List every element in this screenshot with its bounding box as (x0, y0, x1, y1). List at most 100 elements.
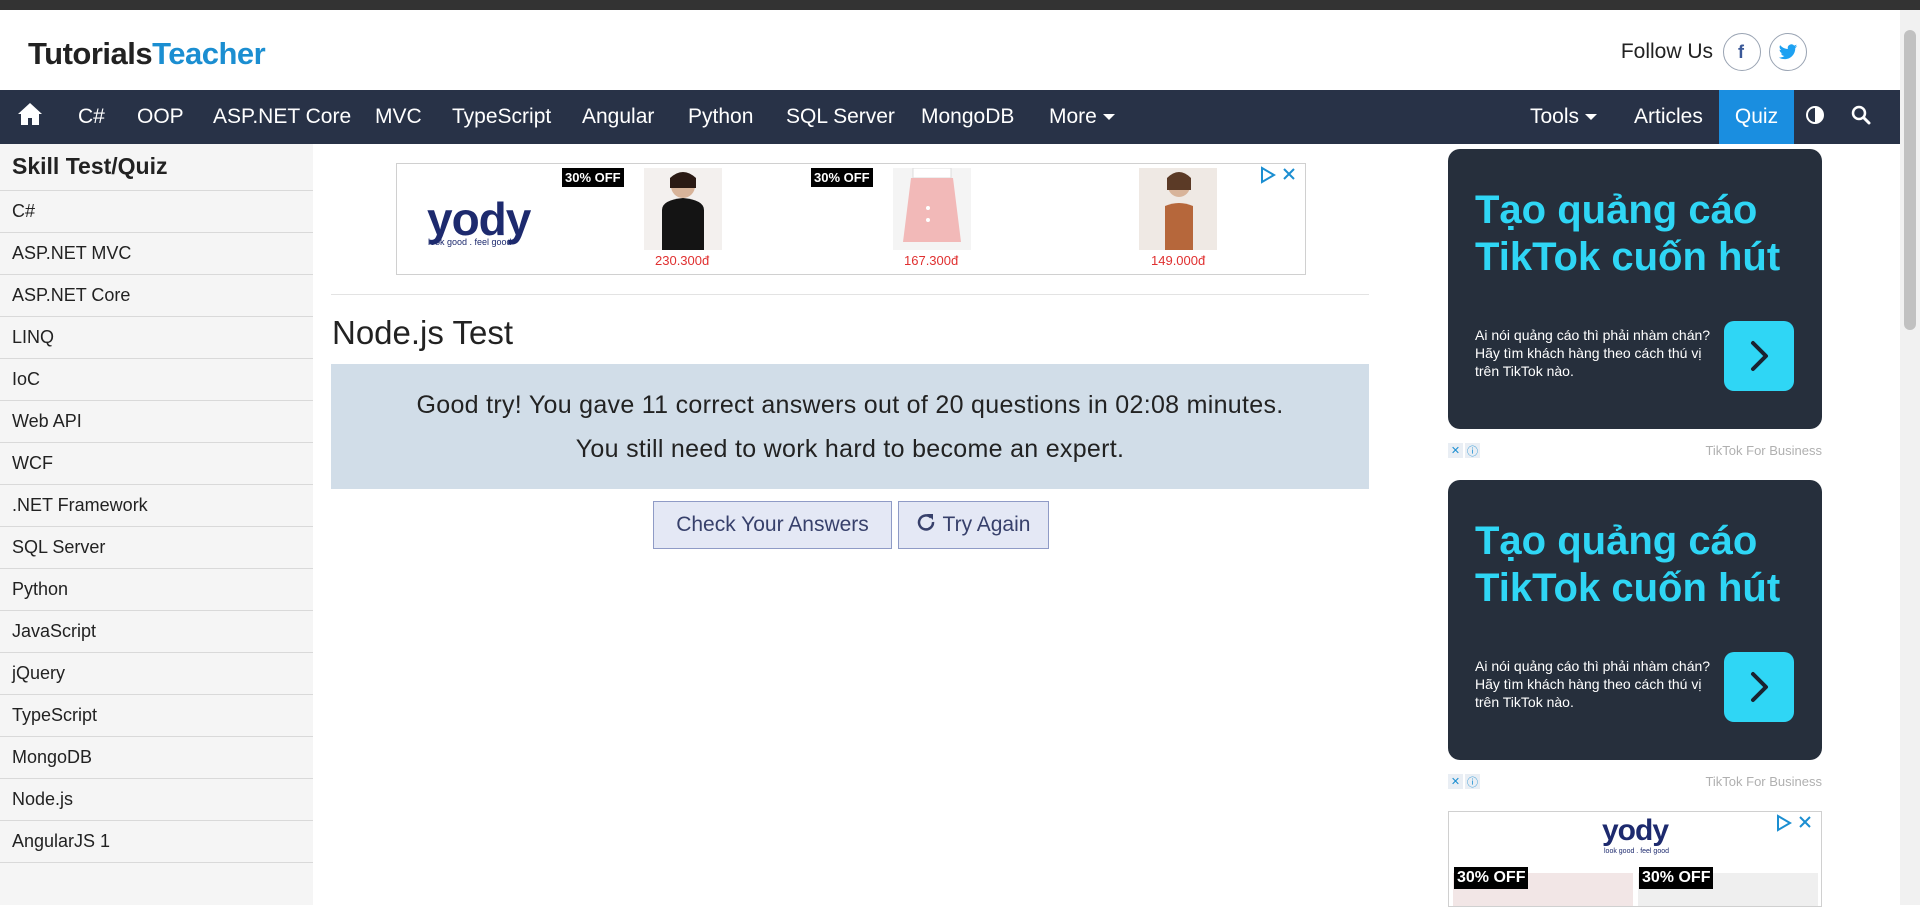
nav-item-python[interactable]: Python (688, 90, 753, 144)
logo-part-1: Tutorials (28, 36, 153, 71)
ad-controls[interactable]: ✕ ⓘ (1448, 774, 1480, 790)
sidebar-item-nodejs[interactable]: Node.js (0, 778, 313, 820)
ad-product-price: 167.300đ (904, 253, 959, 268)
logo-part-2: Teacher (152, 36, 266, 71)
chevron-right-icon[interactable] (1724, 321, 1794, 391)
tiktok-ad-headline-2: TikTok cuốn hút (1475, 235, 1781, 279)
ad-footer: ✕ ⓘ TikTok For Business (1448, 771, 1822, 791)
nav-item-aspnet-core[interactable]: ASP.NET Core (213, 90, 351, 144)
nav-item-csharp[interactable]: C# (78, 90, 105, 144)
sidebar-item-dotnet-framework[interactable]: .NET Framework (0, 484, 313, 526)
home-icon[interactable] (17, 90, 43, 144)
search-icon[interactable] (1851, 90, 1871, 144)
try-again-label: Try Again (942, 513, 1031, 536)
sidebar-list: C# ASP.NET MVC ASP.NET Core LINQ IoC Web… (0, 190, 313, 863)
check-answers-button[interactable]: Check Your Answers (653, 501, 892, 549)
sidebar-item-typescript[interactable]: TypeScript (0, 694, 313, 736)
ad-advertiser: TikTok For Business (1705, 443, 1822, 458)
info-icon[interactable]: ⓘ (1465, 443, 1480, 458)
sidebar-item-jquery[interactable]: jQuery (0, 652, 313, 694)
sidebar-item-sql-server[interactable]: SQL Server (0, 526, 313, 568)
tiktok-ad-headline-1: Tạo quảng cáo (1475, 188, 1758, 232)
ad-brand-tagline: look good . feel good (1604, 848, 1669, 855)
ad-product-image[interactable] (893, 167, 971, 250)
nav-item-articles[interactable]: Articles (1634, 90, 1703, 144)
sidebar-title: Skill Test/Quiz (12, 153, 168, 179)
info-icon[interactable]: ⓘ (1465, 774, 1480, 789)
check-answers-label: Check Your Answers (676, 513, 869, 536)
facebook-glyph: f (1738, 42, 1745, 62)
result-advice: You still need to work hard to become an… (575, 434, 1125, 463)
refresh-icon (917, 513, 935, 537)
follow-us-label: Follow Us (1620, 40, 1713, 63)
chevron-down-icon (1585, 114, 1598, 121)
nav-item-oop[interactable]: OOP (137, 90, 184, 144)
ad-brand-tagline: look good . feel good (428, 237, 512, 247)
tiktok-ad-headline: Tạo quảng cáo TikTok cuốn hút (1475, 518, 1780, 612)
nav-item-tools[interactable]: Tools (1530, 90, 1598, 144)
tiktok-ad-headline: Tạo quảng cáo TikTok cuốn hút (1475, 187, 1780, 281)
nav-tools-label: Tools (1530, 105, 1580, 128)
tiktok-ad-headline-2: TikTok cuốn hút (1475, 566, 1781, 610)
quiz-sidebar: Skill Test/Quiz C# ASP.NET MVC ASP.NET C… (0, 144, 313, 905)
ad-product-image[interactable] (644, 168, 722, 250)
nav-item-angular[interactable]: Angular (582, 90, 654, 144)
sidebar-item-linq[interactable]: LINQ (0, 316, 313, 358)
scrollbar-thumb[interactable] (1904, 30, 1916, 330)
ad-brand-text: yody (1602, 814, 1669, 847)
site-header: TutorialsTeacher Follow Us f (0, 10, 1900, 90)
ad-footer: ✕ ⓘ TikTok For Business (1448, 440, 1822, 460)
page-title: Node.js Test (332, 314, 513, 351)
ad-choices-icon[interactable] (1775, 814, 1815, 837)
nav-item-sql-server[interactable]: SQL Server (786, 90, 895, 144)
sidebar-item-web-api[interactable]: Web API (0, 400, 313, 442)
tiktok-ad[interactable]: Tạo quảng cáo TikTok cuốn hút Ai nói quản… (1448, 149, 1822, 429)
tiktok-ad[interactable]: Tạo quảng cáo TikTok cuốn hút Ai nói quản… (1448, 480, 1822, 760)
tiktok-ad-body: Ai nói quảng cáo thì phải nhàm chán? Hãy… (1475, 658, 1711, 710)
sidebar-item-python[interactable]: Python (0, 568, 313, 610)
tiktok-ad-headline-1: Tạo quảng cáo (1475, 519, 1758, 563)
twitter-icon[interactable] (1769, 33, 1807, 71)
sidebar-item-angularjs[interactable]: AngularJS 1 (0, 820, 313, 863)
ad-brand-logo: yody (1602, 814, 1669, 848)
bottom-side-ad[interactable]: yody look good . feel good 30% OFF 30% O… (1448, 811, 1822, 907)
sidebar-item-wcf[interactable]: WCF (0, 442, 313, 484)
page-scrollbar[interactable] (1900, 10, 1920, 905)
ad-product-price: 230.300đ (655, 253, 710, 268)
sidebar-item-aspnet-core[interactable]: ASP.NET Core (0, 274, 313, 316)
nav-more-label: More (1049, 105, 1097, 128)
nav-item-more[interactable]: More (1049, 90, 1115, 144)
contrast-toggle-icon[interactable] (1805, 90, 1825, 144)
nav-item-typescript[interactable]: TypeScript (452, 90, 551, 144)
ad-choices-icon[interactable] (1259, 166, 1299, 189)
sidebar-item-csharp[interactable]: C# (0, 190, 313, 232)
sidebar-item-ioc[interactable]: IoC (0, 358, 313, 400)
try-again-button[interactable]: Try Again (898, 501, 1049, 549)
close-icon[interactable]: ✕ (1448, 443, 1463, 458)
quiz-result-panel: Good try! You gave 11 correct answers ou… (331, 364, 1369, 489)
close-icon[interactable]: ✕ (1448, 774, 1463, 789)
chevron-right-icon[interactable] (1724, 652, 1794, 722)
sidebar-item-mongodb[interactable]: MongoDB (0, 736, 313, 778)
follow-us: Follow Us f (1621, 32, 1807, 72)
ad-offer-badge: 30% OFF (1454, 867, 1529, 889)
ad-advertiser: TikTok For Business (1705, 774, 1822, 789)
site-logo[interactable]: TutorialsTeacher (28, 36, 266, 72)
chevron-down-icon (1102, 114, 1115, 121)
content-divider (331, 294, 1369, 295)
ad-product-price: 149.000đ (1151, 253, 1206, 268)
ad-offer-badge: 30% OFF (811, 168, 873, 187)
sidebar-item-javascript[interactable]: JavaScript (0, 610, 313, 652)
result-summary: Good try! You gave 11 correct answers ou… (416, 390, 1284, 419)
facebook-icon[interactable]: f (1723, 33, 1761, 71)
ad-offer-badge: 30% OFF (1639, 867, 1714, 889)
ad-controls[interactable]: ✕ ⓘ (1448, 443, 1480, 459)
ad-product-image[interactable] (1139, 168, 1217, 250)
nav-item-mongodb[interactable]: MongoDB (921, 90, 1014, 144)
main-navbar: C# OOP ASP.NET Core MVC TypeScript Angul… (0, 90, 1900, 144)
nav-item-quiz[interactable]: Quiz (1719, 90, 1794, 144)
browser-top-strip (0, 0, 1920, 10)
nav-item-mvc[interactable]: MVC (375, 90, 422, 144)
top-banner-ad[interactable]: yody look good . feel good 30% OFF 230.3… (396, 163, 1306, 275)
sidebar-item-aspnet-mvc[interactable]: ASP.NET MVC (0, 232, 313, 274)
